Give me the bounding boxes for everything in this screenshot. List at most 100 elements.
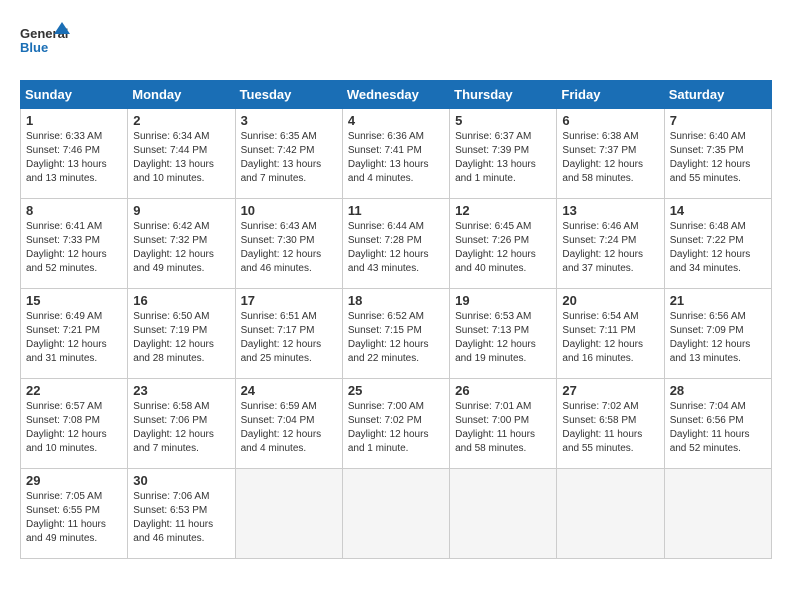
calendar-cell: 16 Sunrise: 6:50 AMSunset: 7:19 PMDaylig… [128, 289, 235, 379]
calendar-cell: 11 Sunrise: 6:44 AMSunset: 7:28 PMDaylig… [342, 199, 449, 289]
day-header-friday: Friday [557, 81, 664, 109]
calendar-cell: 8 Sunrise: 6:41 AMSunset: 7:33 PMDayligh… [21, 199, 128, 289]
cell-info: Sunrise: 6:46 AMSunset: 7:24 PMDaylight:… [562, 221, 643, 274]
cell-info: Sunrise: 7:01 AMSunset: 7:00 PMDaylight:… [455, 401, 535, 454]
calendar-cell [664, 469, 771, 559]
day-number: 15 [26, 293, 122, 308]
calendar-cell: 3 Sunrise: 6:35 AMSunset: 7:42 PMDayligh… [235, 109, 342, 199]
cell-info: Sunrise: 6:36 AMSunset: 7:41 PMDaylight:… [348, 131, 429, 184]
day-header-thursday: Thursday [450, 81, 557, 109]
day-number: 10 [241, 203, 337, 218]
calendar-cell: 2 Sunrise: 6:34 AMSunset: 7:44 PMDayligh… [128, 109, 235, 199]
calendar-cell: 18 Sunrise: 6:52 AMSunset: 7:15 PMDaylig… [342, 289, 449, 379]
calendar-cell: 12 Sunrise: 6:45 AMSunset: 7:26 PMDaylig… [450, 199, 557, 289]
cell-info: Sunrise: 6:49 AMSunset: 7:21 PMDaylight:… [26, 311, 107, 364]
cell-info: Sunrise: 6:42 AMSunset: 7:32 PMDaylight:… [133, 221, 214, 274]
day-number: 6 [562, 113, 658, 128]
calendar-cell: 4 Sunrise: 6:36 AMSunset: 7:41 PMDayligh… [342, 109, 449, 199]
week-row-1: 8 Sunrise: 6:41 AMSunset: 7:33 PMDayligh… [21, 199, 772, 289]
cell-info: Sunrise: 6:43 AMSunset: 7:30 PMDaylight:… [241, 221, 322, 274]
day-number: 25 [348, 383, 444, 398]
day-number: 18 [348, 293, 444, 308]
cell-info: Sunrise: 7:06 AMSunset: 6:53 PMDaylight:… [133, 491, 213, 544]
day-number: 24 [241, 383, 337, 398]
calendar-cell: 1 Sunrise: 6:33 AMSunset: 7:46 PMDayligh… [21, 109, 128, 199]
calendar-cell: 15 Sunrise: 6:49 AMSunset: 7:21 PMDaylig… [21, 289, 128, 379]
calendar-cell: 25 Sunrise: 7:00 AMSunset: 7:02 PMDaylig… [342, 379, 449, 469]
cell-info: Sunrise: 6:44 AMSunset: 7:28 PMDaylight:… [348, 221, 429, 274]
day-header-saturday: Saturday [664, 81, 771, 109]
cell-info: Sunrise: 6:51 AMSunset: 7:17 PMDaylight:… [241, 311, 322, 364]
cell-info: Sunrise: 6:35 AMSunset: 7:42 PMDaylight:… [241, 131, 322, 184]
cell-info: Sunrise: 6:38 AMSunset: 7:37 PMDaylight:… [562, 131, 643, 184]
cell-info: Sunrise: 6:57 AMSunset: 7:08 PMDaylight:… [26, 401, 107, 454]
calendar-cell [235, 469, 342, 559]
day-number: 30 [133, 473, 229, 488]
cell-info: Sunrise: 6:52 AMSunset: 7:15 PMDaylight:… [348, 311, 429, 364]
logo-svg: General Blue [20, 20, 70, 64]
day-header-wednesday: Wednesday [342, 81, 449, 109]
calendar-cell [342, 469, 449, 559]
cell-info: Sunrise: 6:53 AMSunset: 7:13 PMDaylight:… [455, 311, 536, 364]
cell-info: Sunrise: 6:50 AMSunset: 7:19 PMDaylight:… [133, 311, 214, 364]
cell-info: Sunrise: 7:04 AMSunset: 6:56 PMDaylight:… [670, 401, 750, 454]
calendar-cell: 20 Sunrise: 6:54 AMSunset: 7:11 PMDaylig… [557, 289, 664, 379]
day-number: 17 [241, 293, 337, 308]
cell-info: Sunrise: 6:37 AMSunset: 7:39 PMDaylight:… [455, 131, 536, 184]
cell-info: Sunrise: 7:05 AMSunset: 6:55 PMDaylight:… [26, 491, 106, 544]
cell-info: Sunrise: 6:56 AMSunset: 7:09 PMDaylight:… [670, 311, 751, 364]
logo: General Blue [20, 20, 70, 64]
page-header: General Blue [20, 20, 772, 64]
day-number: 5 [455, 113, 551, 128]
day-number: 28 [670, 383, 766, 398]
day-number: 23 [133, 383, 229, 398]
calendar-cell: 29 Sunrise: 7:05 AMSunset: 6:55 PMDaylig… [21, 469, 128, 559]
calendar-cell: 5 Sunrise: 6:37 AMSunset: 7:39 PMDayligh… [450, 109, 557, 199]
calendar-cell: 30 Sunrise: 7:06 AMSunset: 6:53 PMDaylig… [128, 469, 235, 559]
day-number: 11 [348, 203, 444, 218]
calendar-cell: 17 Sunrise: 6:51 AMSunset: 7:17 PMDaylig… [235, 289, 342, 379]
cell-info: Sunrise: 6:34 AMSunset: 7:44 PMDaylight:… [133, 131, 214, 184]
calendar-cell: 28 Sunrise: 7:04 AMSunset: 6:56 PMDaylig… [664, 379, 771, 469]
calendar-cell [557, 469, 664, 559]
cell-info: Sunrise: 6:54 AMSunset: 7:11 PMDaylight:… [562, 311, 643, 364]
calendar-cell: 13 Sunrise: 6:46 AMSunset: 7:24 PMDaylig… [557, 199, 664, 289]
day-number: 12 [455, 203, 551, 218]
cell-info: Sunrise: 6:45 AMSunset: 7:26 PMDaylight:… [455, 221, 536, 274]
day-number: 26 [455, 383, 551, 398]
cell-info: Sunrise: 6:33 AMSunset: 7:46 PMDaylight:… [26, 131, 107, 184]
calendar-cell: 21 Sunrise: 6:56 AMSunset: 7:09 PMDaylig… [664, 289, 771, 379]
day-number: 8 [26, 203, 122, 218]
svg-text:Blue: Blue [20, 40, 48, 55]
day-number: 1 [26, 113, 122, 128]
day-header-monday: Monday [128, 81, 235, 109]
calendar-cell: 14 Sunrise: 6:48 AMSunset: 7:22 PMDaylig… [664, 199, 771, 289]
day-number: 9 [133, 203, 229, 218]
calendar-cell: 27 Sunrise: 7:02 AMSunset: 6:58 PMDaylig… [557, 379, 664, 469]
day-number: 2 [133, 113, 229, 128]
cell-info: Sunrise: 6:58 AMSunset: 7:06 PMDaylight:… [133, 401, 214, 454]
cell-info: Sunrise: 6:41 AMSunset: 7:33 PMDaylight:… [26, 221, 107, 274]
calendar-cell: 26 Sunrise: 7:01 AMSunset: 7:00 PMDaylig… [450, 379, 557, 469]
day-number: 21 [670, 293, 766, 308]
day-number: 3 [241, 113, 337, 128]
week-row-4: 29 Sunrise: 7:05 AMSunset: 6:55 PMDaylig… [21, 469, 772, 559]
day-number: 27 [562, 383, 658, 398]
day-number: 29 [26, 473, 122, 488]
day-number: 16 [133, 293, 229, 308]
calendar-cell: 6 Sunrise: 6:38 AMSunset: 7:37 PMDayligh… [557, 109, 664, 199]
calendar-cell: 22 Sunrise: 6:57 AMSunset: 7:08 PMDaylig… [21, 379, 128, 469]
week-row-0: 1 Sunrise: 6:33 AMSunset: 7:46 PMDayligh… [21, 109, 772, 199]
calendar-cell: 23 Sunrise: 6:58 AMSunset: 7:06 PMDaylig… [128, 379, 235, 469]
cell-info: Sunrise: 7:00 AMSunset: 7:02 PMDaylight:… [348, 401, 429, 454]
calendar-cell: 24 Sunrise: 6:59 AMSunset: 7:04 PMDaylig… [235, 379, 342, 469]
header-row: SundayMondayTuesdayWednesdayThursdayFrid… [21, 81, 772, 109]
week-row-3: 22 Sunrise: 6:57 AMSunset: 7:08 PMDaylig… [21, 379, 772, 469]
day-number: 22 [26, 383, 122, 398]
calendar-table: SundayMondayTuesdayWednesdayThursdayFrid… [20, 80, 772, 559]
calendar-cell [450, 469, 557, 559]
calendar-cell: 9 Sunrise: 6:42 AMSunset: 7:32 PMDayligh… [128, 199, 235, 289]
day-number: 4 [348, 113, 444, 128]
day-number: 19 [455, 293, 551, 308]
day-number: 20 [562, 293, 658, 308]
